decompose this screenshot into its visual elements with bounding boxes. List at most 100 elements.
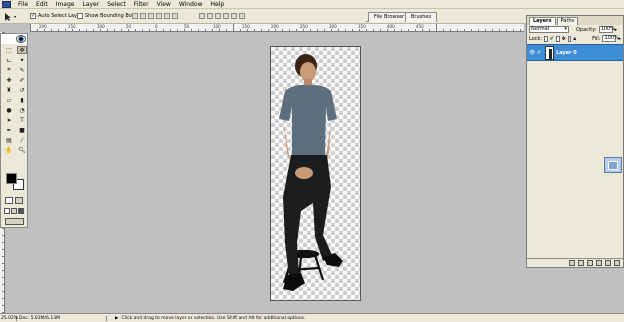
menu-select[interactable]: Select	[103, 0, 130, 9]
lasso-tool-icon[interactable]: ᓚ	[4, 56, 14, 64]
align-horizontal-center-button[interactable]	[164, 13, 170, 19]
align-bottom-button[interactable]	[148, 13, 154, 19]
menu-image[interactable]: Image	[52, 0, 79, 9]
healing-brush-icon[interactable]: ✚	[4, 76, 14, 84]
shape-tool-icon[interactable]: ■	[17, 126, 27, 134]
align-vertical-center-button[interactable]	[140, 13, 146, 19]
layers-footer	[527, 258, 623, 267]
path-selection-icon[interactable]: ➤	[4, 116, 14, 124]
eyedropper-tool-icon[interactable]: ⁄	[17, 136, 27, 144]
menu-edit[interactable]: Edit	[32, 0, 52, 9]
brush-link-icon: ✐	[537, 49, 542, 56]
align-left-button[interactable]	[156, 13, 162, 19]
lock-icon[interactable]: 🔒︎	[573, 36, 576, 42]
distribute-hcenter-button[interactable]	[231, 13, 237, 19]
auto-select-checkbox[interactable]: ✓	[30, 13, 36, 19]
menu-filter[interactable]: Filter	[130, 0, 153, 9]
standard-mode-button[interactable]	[5, 197, 13, 204]
clone-stamp-icon[interactable]: ♜	[4, 86, 14, 94]
distribute-right-button[interactable]	[239, 13, 245, 19]
notes-tool-icon[interactable]: ▤	[4, 136, 14, 144]
menu-file[interactable]: File	[14, 0, 32, 9]
type-tool-icon[interactable]: T	[17, 116, 27, 124]
zoom-tool-icon[interactable]: 🔍︎	[17, 146, 27, 154]
align-top-button[interactable]	[132, 13, 138, 19]
brush-tool-icon[interactable]: ✐	[17, 76, 27, 84]
eraser-tool-icon[interactable]: ▱	[4, 96, 14, 104]
bounding-box-label: Show Bounding Box	[85, 13, 135, 19]
lock-all-checkbox[interactable]	[567, 35, 572, 42]
menu-view[interactable]: View	[153, 0, 175, 9]
auto-select-layer-option[interactable]: ✓ Auto Select Layer	[30, 13, 82, 19]
visibility-eye-icon[interactable]: 👁︎	[529, 50, 535, 56]
ruler-tick	[177, 29, 178, 31]
menu-layer[interactable]: Layer	[78, 0, 103, 9]
layer-style-button[interactable]	[569, 260, 575, 266]
brushes-tab[interactable]: Brushes	[405, 12, 438, 22]
lock-transparency-checkbox[interactable]	[544, 35, 548, 42]
dodge-tool-icon[interactable]: ◔	[17, 106, 27, 114]
chevron-right-icon[interactable]: ▸	[618, 36, 621, 42]
ruler-tick	[205, 29, 206, 31]
move-tool-icon[interactable]: ✥	[17, 46, 27, 54]
full-screen-menu-button[interactable]	[11, 208, 17, 214]
foreground-color-swatch[interactable]	[6, 173, 17, 184]
align-right-button[interactable]	[172, 13, 178, 19]
slice-tool-icon[interactable]: ✎	[17, 66, 27, 74]
zoom-level[interactable]: 25.02%	[0, 315, 18, 321]
layer-name[interactable]: Layer 0	[556, 50, 577, 56]
ruler-tick	[282, 29, 283, 31]
menu-help[interactable]: Help	[207, 0, 229, 9]
move-lock-icon[interactable]: ✥	[562, 36, 566, 42]
standard-screen-button[interactable]	[4, 208, 10, 214]
trash-icon[interactable]	[614, 260, 620, 266]
distribute-bottom-button[interactable]	[215, 13, 221, 19]
blur-tool-icon[interactable]: ●	[4, 106, 14, 114]
show-bounding-box-option[interactable]: Show Bounding Box	[77, 13, 135, 19]
triangle-right-icon[interactable]: ▶	[115, 316, 118, 321]
adobe-eye-icon[interactable]	[16, 35, 26, 43]
ruler-label: 200	[39, 24, 47, 29]
brush-lock-icon[interactable]: ✐	[550, 36, 554, 42]
add-mask-button[interactable]	[578, 260, 584, 266]
pen-tool-icon[interactable]: ✒	[4, 126, 14, 134]
menu-window[interactable]: Window	[175, 0, 207, 9]
tool-preset-picker[interactable]: ▾	[3, 11, 19, 22]
marquee-tool-icon[interactable]: ⬚	[4, 46, 14, 54]
layer-0-image	[279, 54, 343, 291]
opacity-input[interactable]: 100%	[598, 26, 615, 33]
ruler-tick	[2, 242, 4, 243]
ruler-tick	[457, 29, 458, 31]
full-screen-button[interactable]	[18, 208, 24, 214]
new-layer-button[interactable]	[605, 260, 611, 266]
jump-to-imageready-button[interactable]	[5, 218, 24, 225]
ruler-tick	[352, 29, 353, 31]
layer-row[interactable]: 👁︎ ✐ Layer 0	[527, 44, 623, 61]
chevron-right-icon[interactable]: ▸	[615, 27, 618, 33]
doc-size[interactable]: Doc: 5.03M/6.13M	[17, 315, 107, 321]
distribute-vcenter-button[interactable]	[207, 13, 213, 19]
hand-tool-icon[interactable]: ✋	[4, 146, 14, 154]
file-browser-tab[interactable]: File Browser	[368, 12, 411, 22]
lock-position-checkbox[interactable]	[555, 35, 560, 42]
crop-tool-icon[interactable]: ⌗	[4, 66, 14, 74]
ruler-tick	[485, 29, 486, 31]
gradient-tool-icon[interactable]: ▮	[17, 96, 27, 104]
navigator-palette-button[interactable]	[604, 157, 622, 173]
blend-mode-select[interactable]: Normal ▾	[529, 26, 569, 33]
ruler-tick	[436, 24, 437, 31]
new-set-button[interactable]	[587, 260, 593, 266]
tab-paths[interactable]: Paths	[556, 17, 579, 25]
history-brush-icon[interactable]: ↺	[17, 86, 27, 94]
fill-input[interactable]: 100%	[602, 35, 619, 42]
bounding-box-checkbox[interactable]	[77, 13, 83, 19]
new-adjustment-layer-button[interactable]	[596, 260, 602, 266]
distribute-left-button[interactable]	[223, 13, 229, 19]
distribute-top-button[interactable]	[199, 13, 205, 19]
ruler-tick	[289, 29, 290, 31]
document-canvas[interactable]	[270, 46, 361, 301]
tab-layers[interactable]: Layers	[529, 17, 556, 25]
ruler-tick	[72, 29, 73, 31]
magic-wand-tool-icon[interactable]: ✦	[17, 56, 27, 64]
quick-mask-button[interactable]	[15, 197, 23, 204]
